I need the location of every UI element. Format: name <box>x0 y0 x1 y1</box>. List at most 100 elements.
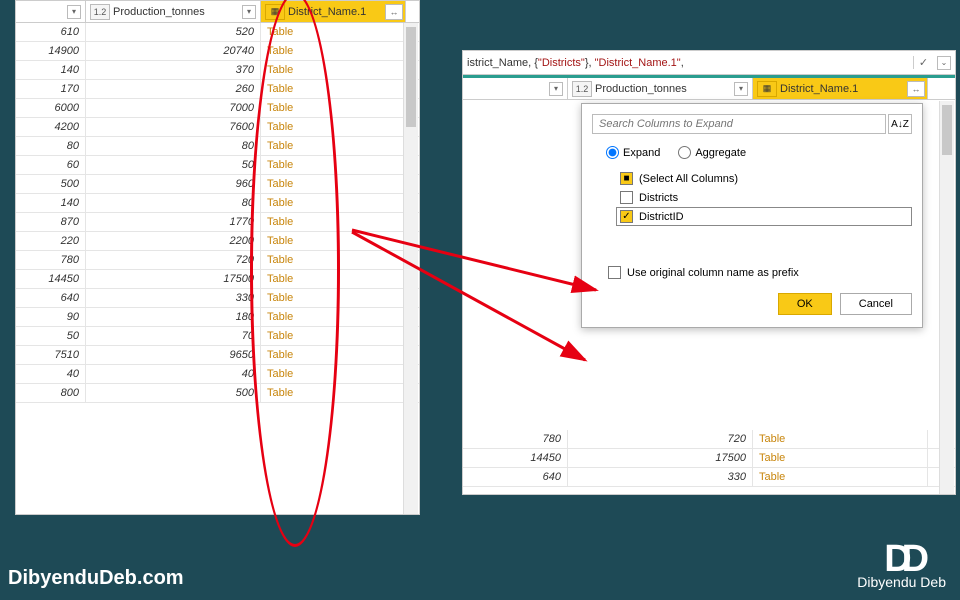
table-link-cell[interactable]: Table <box>261 327 406 345</box>
cell: 500 <box>86 384 261 402</box>
table-link-cell[interactable]: Table <box>261 23 406 41</box>
table-link-cell[interactable]: Table <box>261 289 406 307</box>
table-link-cell[interactable]: Table <box>261 308 406 326</box>
table-row[interactable]: 90180Table <box>16 308 419 327</box>
formula-done-icon[interactable]: ✓ <box>913 56 933 69</box>
cell: 170 <box>16 80 86 98</box>
table-link-cell[interactable]: Table <box>261 232 406 250</box>
table-row[interactable]: 170260Table <box>16 80 419 99</box>
table-row[interactable]: 42007600Table <box>16 118 419 137</box>
table-row[interactable]: 500960Table <box>16 175 419 194</box>
use-prefix-row[interactable]: Use original column name as prefix <box>608 266 912 279</box>
right-col-header-production[interactable]: 1.2 Production_tonnes ▾ <box>568 78 753 99</box>
table-row[interactable]: 780720Table <box>463 430 955 449</box>
left-col-header-blank[interactable]: ▾ <box>16 1 86 22</box>
table-link-cell[interactable]: Table <box>753 468 928 486</box>
table-link-cell[interactable]: Table <box>261 213 406 231</box>
table-link-cell[interactable]: Table <box>261 384 406 402</box>
chevron-down-icon[interactable]: ▾ <box>242 5 256 19</box>
table-row[interactable]: 5070Table <box>16 327 419 346</box>
table-row[interactable]: 1445017500Table <box>16 270 419 289</box>
search-columns-input[interactable] <box>592 114 886 134</box>
aggregate-radio[interactable]: Aggregate <box>678 146 746 159</box>
table-row[interactable]: 640330Table <box>16 289 419 308</box>
table-link-cell[interactable]: Table <box>261 61 406 79</box>
cell: 7000 <box>86 99 261 117</box>
cell: 720 <box>568 430 753 448</box>
table-link-cell[interactable]: Table <box>261 251 406 269</box>
item-label: DistrictID <box>639 211 684 223</box>
table-row[interactable]: 1445017500Table <box>463 449 955 468</box>
table-row[interactable]: 780720Table <box>16 251 419 270</box>
left-query-table: ▾ 1.2 Production_tonnes ▾ ▦ District_Nam… <box>15 0 420 515</box>
right-col-header-district-name[interactable]: ▦ District_Name.1 ↔ <box>753 78 928 99</box>
chevron-down-icon[interactable]: ▾ <box>734 82 748 96</box>
table-link-cell[interactable]: Table <box>261 137 406 155</box>
table-link-cell[interactable]: Table <box>261 270 406 288</box>
scrollbar-thumb[interactable] <box>406 27 416 127</box>
table-row[interactable]: 75109650Table <box>16 346 419 365</box>
column-checkbox-item[interactable]: Districts <box>616 188 912 207</box>
expand-radio[interactable]: Expand <box>606 146 660 159</box>
tristate-checkbox-icon[interactable]: ■ <box>620 172 633 185</box>
column-label: Production_tonnes <box>113 6 205 18</box>
checkbox-icon[interactable]: ✓ <box>620 210 633 223</box>
chevron-down-icon[interactable]: ▾ <box>549 82 563 96</box>
scrollbar-thumb[interactable] <box>942 105 952 155</box>
table-row[interactable]: 6050Table <box>16 156 419 175</box>
left-col-header-production[interactable]: 1.2 Production_tonnes ▾ <box>86 1 261 22</box>
popup-search-row: A↓Z <box>592 114 912 134</box>
expand-column-icon[interactable]: ↔ <box>907 81 925 97</box>
expand-column-popup: A↓Z Expand Aggregate ■ (Select All Colum… <box>581 103 923 328</box>
left-table-body: 610520Table1490020740Table140370Table170… <box>16 23 419 403</box>
table-row[interactable]: 640330Table <box>463 468 955 487</box>
table-row[interactable]: 14080Table <box>16 194 419 213</box>
expand-radio-input[interactable] <box>606 146 619 159</box>
table-row[interactable]: 60007000Table <box>16 99 419 118</box>
cancel-button[interactable]: Cancel <box>840 293 912 315</box>
table-link-cell[interactable]: Table <box>261 194 406 212</box>
left-col-header-district-name[interactable]: ▦ District_Name.1 ↔ <box>261 1 406 22</box>
numeric-type-icon: 1.2 <box>90 4 110 20</box>
aggregate-radio-input[interactable] <box>678 146 691 159</box>
table-link-cell[interactable]: Table <box>261 365 406 383</box>
select-all-columns[interactable]: ■ (Select All Columns) <box>616 169 912 188</box>
table-row[interactable]: 800500Table <box>16 384 419 403</box>
table-row[interactable]: 1490020740Table <box>16 42 419 61</box>
table-link-cell[interactable]: Table <box>261 346 406 364</box>
table-row[interactable]: 2202200Table <box>16 232 419 251</box>
cell: 640 <box>16 289 86 307</box>
checkbox-icon[interactable] <box>608 266 621 279</box>
chevron-down-icon[interactable]: ⌄ <box>937 56 951 70</box>
table-row[interactable]: 4040Table <box>16 365 419 384</box>
table-row[interactable]: 8701770Table <box>16 213 419 232</box>
table-link-cell[interactable]: Table <box>261 175 406 193</box>
column-checkbox-item[interactable]: ✓ DistrictID <box>616 207 912 226</box>
table-row[interactable]: 140370Table <box>16 61 419 80</box>
table-link-cell[interactable]: Table <box>261 42 406 60</box>
chevron-down-icon[interactable]: ▾ <box>67 5 81 19</box>
ok-button[interactable]: OK <box>778 293 832 315</box>
checkbox-icon[interactable] <box>620 191 633 204</box>
table-link-cell[interactable]: Table <box>753 449 928 467</box>
table-row[interactable]: 610520Table <box>16 23 419 42</box>
vertical-scrollbar[interactable] <box>939 101 954 494</box>
cell: 220 <box>16 232 86 250</box>
cell: 720 <box>86 251 261 269</box>
table-link-cell[interactable]: Table <box>261 118 406 136</box>
table-link-cell[interactable]: Table <box>261 99 406 117</box>
cell: 70 <box>86 327 261 345</box>
table-link-cell[interactable]: Table <box>261 156 406 174</box>
table-link-cell[interactable]: Table <box>753 430 928 448</box>
cell: 140 <box>16 61 86 79</box>
vertical-scrollbar[interactable] <box>403 23 418 514</box>
right-col-header-blank[interactable]: ▾ <box>463 78 568 99</box>
table-link-cell[interactable]: Table <box>261 80 406 98</box>
cell: 4200 <box>16 118 86 136</box>
formula-bar[interactable]: istrict_Name, {"Districts"}, "District_N… <box>463 51 955 75</box>
table-row[interactable]: 8080Table <box>16 137 419 156</box>
sort-az-button[interactable]: A↓Z <box>888 114 912 134</box>
column-label: District_Name.1 <box>780 83 858 95</box>
cell: 960 <box>86 175 261 193</box>
expand-column-icon[interactable]: ↔ <box>385 4 403 20</box>
